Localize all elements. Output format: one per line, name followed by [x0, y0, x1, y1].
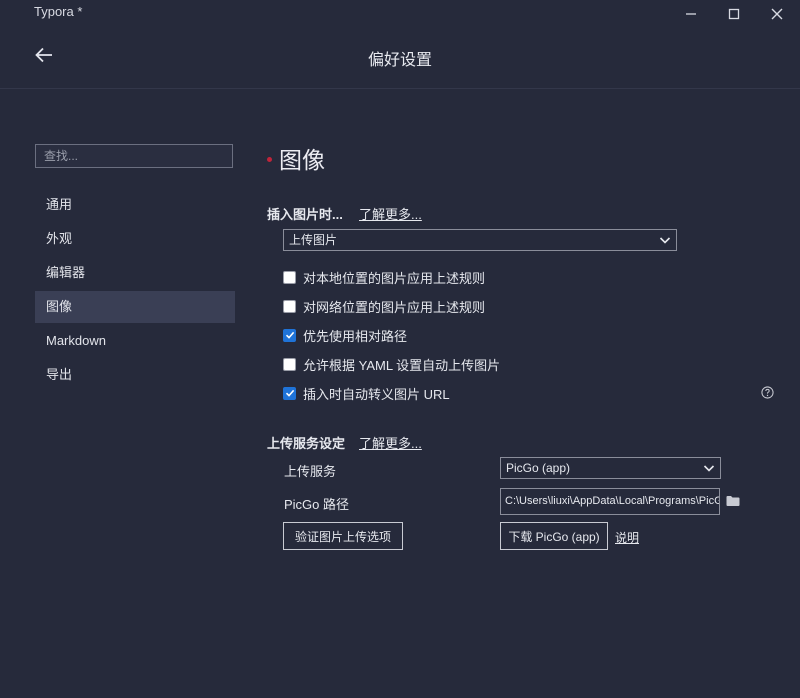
insert-action-select[interactable]: 上传图片: [283, 229, 677, 251]
sidebar-item-appearance[interactable]: 外观: [35, 223, 235, 255]
close-icon[interactable]: [765, 4, 789, 24]
checkmark-icon: [285, 389, 294, 397]
checkbox-escape-url[interactable]: [283, 386, 296, 400]
insert-action-value: 上传图片: [289, 233, 338, 247]
insert-image-label: 插入图片时...: [267, 207, 343, 222]
chevron-down-icon: [659, 237, 671, 244]
verify-upload-button[interactable]: 验证图片上传选项: [283, 522, 403, 550]
option-relative-path[interactable]: 优先使用相对路径: [283, 326, 407, 344]
checkbox-relative-path[interactable]: [283, 328, 296, 342]
option-label: 对本地位置的图片应用上述规则: [303, 270, 486, 286]
sidebar-item-image[interactable]: 图像: [35, 291, 235, 323]
section-title: 图像: [279, 147, 325, 173]
maximize-icon[interactable]: [722, 4, 746, 24]
upload-learn-more-link[interactable]: 了解更多...: [359, 433, 422, 452]
help-icon[interactable]: [761, 386, 774, 399]
option-label: 插入时自动转义图片 URL: [303, 386, 450, 402]
checkbox-local-images[interactable]: [283, 270, 296, 284]
chevron-down-icon: [703, 465, 715, 472]
upload-service-select[interactable]: PicGo (app): [500, 457, 721, 479]
checkbox-yaml-upload[interactable]: [283, 357, 296, 371]
documentation-link[interactable]: 说明: [615, 529, 639, 546]
upload-service-settings-label: 上传服务设定: [267, 436, 346, 451]
picgo-path-input[interactable]: C:\Users\liuxi\AppData\Local\Programs\Pi…: [500, 488, 720, 515]
sidebar-item-general[interactable]: 通用: [35, 189, 235, 221]
upload-service-value: PicGo (app): [506, 461, 571, 475]
option-label: 优先使用相对路径: [303, 328, 408, 344]
section-heading: 图像: [267, 141, 325, 175]
option-label: 对网络位置的图片应用上述规则: [303, 299, 486, 315]
minimize-icon[interactable]: [679, 4, 703, 24]
section-marker-dot: [267, 156, 272, 162]
sidebar-item-export[interactable]: 导出: [35, 359, 235, 391]
title-bar: Typora *: [0, 0, 800, 28]
sidebar-item-editor[interactable]: 编辑器: [35, 257, 235, 289]
preferences-header: 偏好设置: [0, 28, 800, 89]
option-network-images[interactable]: 对网络位置的图片应用上述规则: [283, 297, 485, 315]
option-yaml-upload[interactable]: 允许根据 YAML 设置自动上传图片: [283, 355, 500, 373]
option-local-images[interactable]: 对本地位置的图片应用上述规则: [283, 268, 485, 286]
option-label: 允许根据 YAML 设置自动上传图片: [303, 357, 501, 373]
sidebar-item-markdown[interactable]: Markdown: [35, 325, 235, 357]
option-escape-url[interactable]: 插入时自动转义图片 URL: [283, 384, 450, 402]
app-title: Typora *: [34, 4, 83, 19]
upload-service-label: 上传服务: [284, 464, 337, 479]
search-input[interactable]: [35, 144, 233, 168]
download-picgo-button[interactable]: 下载 PicGo (app): [500, 522, 608, 550]
checkmark-icon: [285, 331, 294, 339]
insert-learn-more-link[interactable]: 了解更多...: [359, 204, 422, 223]
picgo-path-label: PicGo 路径: [284, 497, 350, 512]
folder-icon[interactable]: [726, 495, 740, 507]
page-title: 偏好设置: [367, 52, 432, 69]
preferences-window: Typora * 偏好设置 通用 外观 编辑器 图像 Markdown 导出 图…: [0, 0, 800, 698]
checkbox-network-images[interactable]: [283, 299, 296, 313]
